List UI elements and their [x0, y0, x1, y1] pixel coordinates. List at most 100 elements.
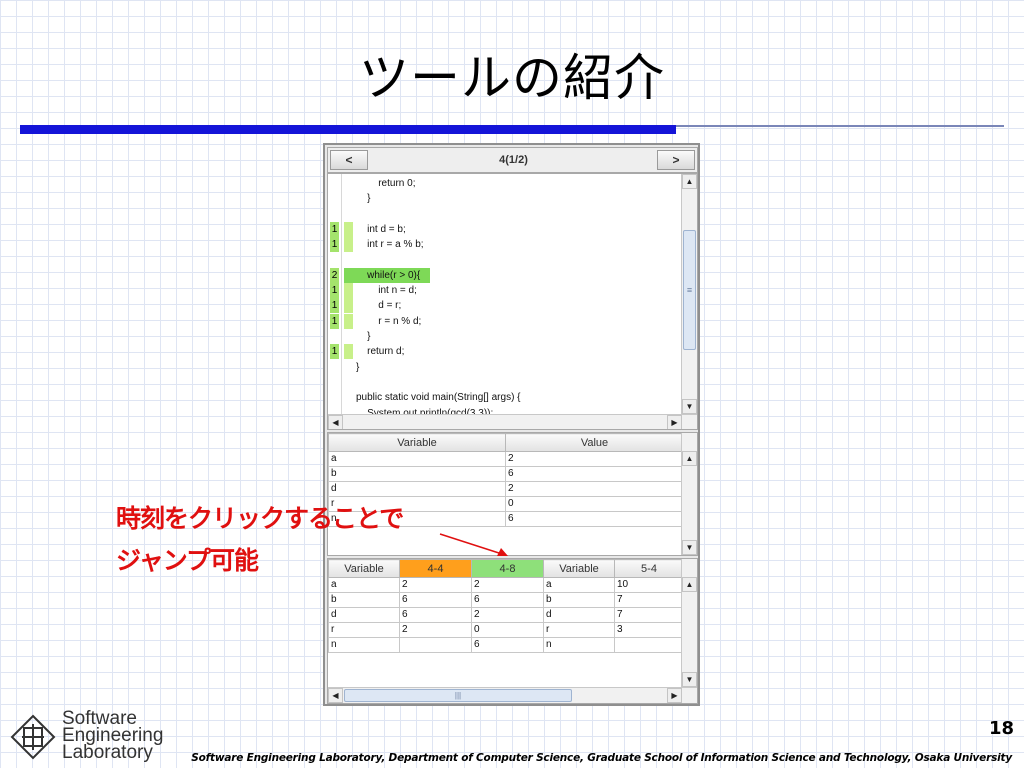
table-cell: 6	[471, 637, 544, 653]
comparison-horizontal-scrollbar[interactable]: ◀ ||| ▶	[328, 687, 697, 703]
code-line: }	[328, 329, 680, 344]
table-cell: n	[543, 637, 615, 653]
title-rule-thin	[676, 125, 1004, 127]
table-cell: 7	[614, 592, 684, 608]
execution-highlight[interactable]	[344, 298, 353, 314]
table-cell: 2	[399, 622, 472, 638]
table-cell: 0	[471, 622, 544, 638]
table-cell: a	[328, 451, 506, 467]
comparison-scroll-thumb[interactable]: |||	[344, 689, 572, 702]
lab-logo-icon	[10, 714, 56, 760]
table-cell: d	[543, 607, 615, 623]
table-cell	[614, 637, 684, 653]
code-text: }	[356, 361, 360, 373]
code-line: 1 r = n % d;	[328, 313, 680, 329]
code-text: }	[356, 193, 371, 205]
column-header[interactable]: Variable	[328, 433, 506, 452]
table-cell: 6	[505, 466, 684, 482]
table-cell: n	[328, 637, 400, 653]
execution-count[interactable]: 1	[330, 313, 339, 329]
table-cell: 6	[505, 511, 684, 527]
table-row[interactable]: b66b7	[328, 592, 684, 608]
title-rule-thick	[20, 125, 676, 134]
column-header[interactable]: 5-4	[614, 559, 684, 578]
page-number: 18	[988, 718, 1014, 739]
table-cell: r	[328, 622, 400, 638]
execution-highlight[interactable]	[344, 237, 353, 253]
scroll-up-arrow-icon[interactable]: ▲	[682, 174, 697, 189]
logo-line-3: Laboratory	[62, 742, 153, 763]
callout-line-2: ジャンプ可能	[116, 546, 259, 575]
next-button[interactable]: >	[657, 150, 695, 170]
column-header[interactable]: 4-8	[471, 559, 544, 578]
scroll-grip-icon: |||	[454, 691, 462, 700]
prev-button[interactable]: <	[330, 150, 368, 170]
code-text: int r = a % b;	[356, 239, 424, 251]
execution-highlight[interactable]	[344, 283, 353, 299]
tool-window: < 4(1/2) > return 0; } 1 int d = b; 1 int …	[323, 143, 700, 706]
table-cell: r	[543, 622, 615, 638]
callout-text: 時刻をクリックすることで ジャンプ可能	[116, 498, 404, 582]
execution-highlight[interactable]	[344, 313, 353, 329]
table-row[interactable]: n6n	[328, 637, 684, 653]
code-horizontal-scrollbar[interactable]: ◀ ▶	[328, 414, 697, 429]
execution-count[interactable]: 1	[330, 344, 339, 360]
variable-vertical-scrollbar[interactable]: ▲ ▼	[681, 433, 697, 555]
code-text: while(r > 0){	[356, 269, 421, 281]
footer-text: Software Engineering Laboratory, Departm…	[191, 752, 1012, 764]
scroll-up-arrow-icon[interactable]: ▲	[682, 577, 697, 592]
table-cell: 10	[614, 577, 684, 593]
table-cell: b	[328, 592, 400, 608]
execution-count[interactable]: 1	[330, 221, 339, 237]
table-row[interactable]: d2	[328, 481, 684, 497]
code-line: }	[328, 360, 680, 375]
column-header[interactable]: Value	[505, 433, 684, 452]
code-text: return d;	[356, 346, 405, 358]
column-header[interactable]: Variable	[543, 559, 615, 578]
table-row[interactable]: b6	[328, 466, 684, 482]
scroll-grip-icon: ≡	[686, 285, 693, 295]
execution-count[interactable]: 2	[330, 267, 339, 283]
code-line: 1 int d = b;	[328, 221, 680, 237]
table-cell: 2	[505, 451, 684, 467]
code-line: 2 while(r > 0){	[328, 267, 680, 283]
lab-logo: Software Engineering Laboratory	[10, 709, 175, 766]
scroll-down-arrow-icon[interactable]: ▼	[682, 540, 697, 555]
execution-count[interactable]: 1	[330, 283, 339, 299]
table-cell: 2	[471, 607, 544, 623]
scroll-left-arrow-icon[interactable]: ◀	[328, 415, 343, 429]
code-text: public static void main(String[] args) {	[356, 392, 521, 404]
table-row[interactable]: r20r3	[328, 622, 684, 638]
source-code-pane[interactable]: return 0; } 1 int d = b; 1 int r = a % b; 2…	[327, 173, 698, 430]
table-cell: 6	[399, 592, 472, 608]
code-text: int n = d;	[356, 285, 417, 297]
scroll-right-arrow-icon[interactable]: ▶	[667, 688, 682, 703]
execution-highlight[interactable]	[344, 344, 353, 360]
scroll-down-arrow-icon[interactable]: ▼	[682, 672, 697, 687]
scroll-right-arrow-icon[interactable]: ▶	[667, 415, 682, 429]
execution-count[interactable]: 1	[330, 237, 339, 253]
code-text: d = r;	[356, 300, 402, 312]
table-cell: 6	[399, 607, 472, 623]
execution-count[interactable]: 1	[330, 298, 339, 314]
table-cell: 0	[505, 496, 684, 512]
code-vertical-scrollbar[interactable]: ▲ ≡ ▼	[681, 174, 697, 414]
code-line: 1 int r = a % b;	[328, 237, 680, 253]
column-header[interactable]: 4-4	[399, 559, 472, 578]
table-row[interactable]: d62d7	[328, 607, 684, 623]
code-text: int d = b;	[356, 223, 406, 235]
table-cell: 2	[471, 577, 544, 593]
scroll-down-arrow-icon[interactable]: ▼	[682, 399, 697, 414]
table-cell: 6	[471, 592, 544, 608]
callout-arrow-icon	[439, 533, 508, 556]
scroll-left-arrow-icon[interactable]: ◀	[328, 688, 343, 703]
code-text: r = n % d;	[356, 315, 422, 327]
table-row[interactable]: a2	[328, 451, 684, 467]
execution-highlight[interactable]	[344, 221, 353, 237]
comparison-vertical-scrollbar[interactable]: ▲ ▼	[681, 559, 697, 687]
scroll-up-arrow-icon[interactable]: ▲	[682, 451, 697, 466]
code-scroll-thumb[interactable]: ≡	[683, 230, 696, 350]
table-cell: a	[543, 577, 615, 593]
